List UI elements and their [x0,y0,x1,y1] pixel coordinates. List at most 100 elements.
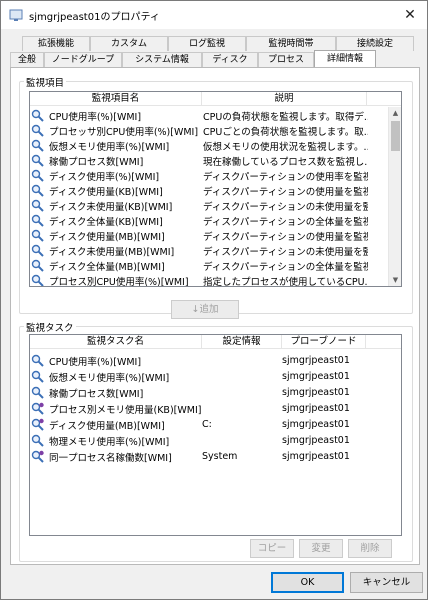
monitor-items-header: 監視項目名 説明 [30,92,401,106]
tab-monitor-schedule[interactable]: 監視時間帯 [246,36,336,51]
tab-row-upper: 拡張機能 カスタム ログ監視 監視時間帯 接続設定 [22,36,414,51]
list-item[interactable]: ディスク使用率(%)[WMI] ディスクパーティションの使用率を監視し... [30,168,388,183]
tab-disk[interactable]: ディスク [202,52,258,67]
item-description: ディスクパーティションの未使用量を監... [203,201,368,213]
window-title: sjmgrjpeast01のプロパティ [29,11,160,23]
edit-button[interactable]: 変更 [299,539,343,558]
scroll-up-arrow-icon[interactable]: ▲ [389,107,401,120]
add-button[interactable]: ↓追加 [171,300,239,319]
close-button[interactable]: ✕ [399,5,421,25]
list-item[interactable]: ディスク全体量(MB)[WMI] ディスクパーティションの全体量を監視... [30,258,388,273]
task-probe-node: sjmgrjpeast01 [282,451,350,462]
column-header-description[interactable]: 説明 [202,92,367,106]
item-description: ディスクパーティションの使用率を監視し... [203,171,368,183]
wmi-magnifier-icon [31,139,44,152]
item-name: プロセッサ別CPU使用率(%)[WMI] [49,126,199,138]
task-name: 稼働プロセス数[WMI] [49,388,144,400]
delete-button[interactable]: 削除 [348,539,392,558]
tab-node-group[interactable]: ノードグループ [44,52,122,67]
task-probe-node: sjmgrjpeast01 [282,371,350,382]
column-header-probe-node[interactable]: プローブノード [282,335,366,349]
item-name: ディスク使用量(MB)[WMI] [49,231,165,243]
column-header-item-name[interactable]: 監視項目名 [30,92,202,106]
tab-custom[interactable]: カスタム [90,36,168,51]
wmi-magnifier-icon [31,434,44,447]
tab-details[interactable]: 詳細情報 [314,50,376,68]
properties-window: sjmgrjpeast01のプロパティ ✕ 拡張機能 カスタム ログ監視 監視時… [0,0,428,600]
list-item[interactable]: プロセッサ別CPU使用率(%)[WMI] CPUごとの負荷状態を監視します。取..… [30,123,388,138]
list-item[interactable]: ディスク使用量(MB)[WMI] ディスクパーティションの使用量を監視... [30,228,388,243]
wmi-magnifier-icon [31,229,44,242]
tab-row-lower: 全般 ノードグループ システム情報 ディスク プロセス 詳細情報 [10,50,376,68]
list-item[interactable]: ディスク未使用量(MB)[WMI] ディスクパーティションの未使用量を監... [30,243,388,258]
title-bar: sjmgrjpeast01のプロパティ ✕ [1,1,427,29]
task-name: CPU使用率(%)[WMI] [49,356,142,368]
wmi-magnifier-icon [31,354,44,367]
wmi-magnifier-icon [31,109,44,122]
tab-system-info[interactable]: システム情報 [122,52,202,67]
wmi-magnifier-icon [31,259,44,272]
table-row[interactable]: プロセス別メモリ使用量(KB)[WMI] sjmgrjpeast01 [30,401,400,416]
wmi-magnifier-icon [31,274,44,286]
task-setting: System [202,451,238,462]
item-name: 稼働プロセス数[WMI] [49,156,144,168]
wmi-magnifier-gear-icon [31,450,44,463]
list-item[interactable]: プロセス別CPU使用率(%)[WMI] 指定したプロセスが使用しているCPU... [30,273,388,287]
list-item[interactable]: 稼働プロセス数[WMI] 現在稼働しているプロセス数を監視し... [30,153,388,168]
monitor-items-list[interactable]: 監視項目名 説明 CPU使用率(%)[WMI] CPUの負荷状態を監視します。取得… [29,91,402,287]
task-probe-node: sjmgrjpeast01 [282,387,350,398]
copy-button[interactable]: コピー [250,539,294,558]
item-name: ディスク未使用量(MB)[WMI] [49,246,175,258]
list-item[interactable]: CPU使用率(%)[WMI] CPUの負荷状態を監視します。取得デ... [30,108,388,123]
item-description: 指定したプロセスが使用しているCPU... [203,276,368,287]
wmi-magnifier-icon [31,370,44,383]
task-name: 仮想メモリ使用率(%)[WMI] [49,372,170,384]
list-item[interactable]: ディスク使用量(KB)[WMI] ディスクパーティションの使用量を監視... [30,183,388,198]
scroll-thumb[interactable] [391,121,400,151]
column-header-task-name[interactable]: 監視タスク名 [30,335,202,349]
monitor-tasks-list[interactable]: 監視タスク名 設定情報 プローブノード CPU使用率(%)[WMI] sjmgrj… [29,334,402,536]
tab-general[interactable]: 全般 [10,52,44,67]
monitor-items-scrollbar[interactable]: ▲ ▼ [388,107,401,286]
item-description: CPUの負荷状態を監視します。取得デ... [203,111,368,123]
task-name: 同一プロセス名稼働数[WMI] [49,452,172,464]
tab-process[interactable]: プロセス [258,52,314,67]
tab-connection[interactable]: 接続設定 [336,36,414,51]
cancel-button[interactable]: キャンセル [350,572,423,593]
wmi-magnifier-icon [31,214,44,227]
task-name: ディスク使用量(MB)[WMI] [49,420,165,432]
list-item[interactable]: ディスク全体量(KB)[WMI] ディスクパーティションの全体量を監視... [30,213,388,228]
column-header-setting[interactable]: 設定情報 [202,335,282,349]
app-icon [9,9,23,21]
table-row[interactable]: 物理メモリ使用率(%)[WMI] sjmgrjpeast01 [30,433,400,448]
item-name: ディスク未使用量(KB)[WMI] [49,201,173,213]
item-name: 仮想メモリ使用率(%)[WMI] [49,141,170,153]
task-probe-node: sjmgrjpeast01 [282,403,350,414]
list-item[interactable]: 仮想メモリ使用率(%)[WMI] 仮想メモリの使用状況を監視します。... [30,138,388,153]
table-row[interactable]: 同一プロセス名稼働数[WMI] System sjmgrjpeast01 [30,449,400,464]
wmi-magnifier-icon [31,169,44,182]
tab-extensions[interactable]: 拡張機能 [22,36,90,51]
task-name: プロセス別メモリ使用量(KB)[WMI] [49,404,202,416]
item-name: ディスク全体量(KB)[WMI] [49,216,163,228]
scroll-down-arrow-icon[interactable]: ▼ [389,274,401,286]
item-description: 現在稼働しているプロセス数を監視し... [203,156,368,168]
item-name: CPU使用率(%)[WMI] [49,111,142,123]
details-tab-panel: 監視項目 監視項目名 説明 CPU使用率(%)[WMI] CPUの負荷状態を監視し… [10,67,420,565]
wmi-magnifier-icon [31,244,44,257]
tab-log-monitor[interactable]: ログ監視 [168,36,246,51]
table-row[interactable]: ディスク使用量(MB)[WMI] C: sjmgrjpeast01 [30,417,400,432]
item-description: ディスクパーティションの全体量を監視... [203,261,368,273]
task-probe-node: sjmgrjpeast01 [282,419,350,430]
item-description: ディスクパーティションの使用量を監視... [203,231,368,243]
wmi-magnifier-gear-icon [31,418,44,431]
table-row[interactable]: 稼働プロセス数[WMI] sjmgrjpeast01 [30,385,400,400]
item-description: ディスクパーティションの使用量を監視... [203,186,368,198]
wmi-magnifier-icon [31,386,44,399]
table-row[interactable]: 仮想メモリ使用率(%)[WMI] sjmgrjpeast01 [30,369,400,384]
item-description: ディスクパーティションの全体量を監視... [203,216,368,228]
list-item[interactable]: ディスク未使用量(KB)[WMI] ディスクパーティションの未使用量を監... [30,198,388,213]
table-row[interactable]: CPU使用率(%)[WMI] sjmgrjpeast01 [30,353,400,368]
ok-button[interactable]: OK [271,572,344,593]
item-description: ディスクパーティションの未使用量を監... [203,246,368,258]
